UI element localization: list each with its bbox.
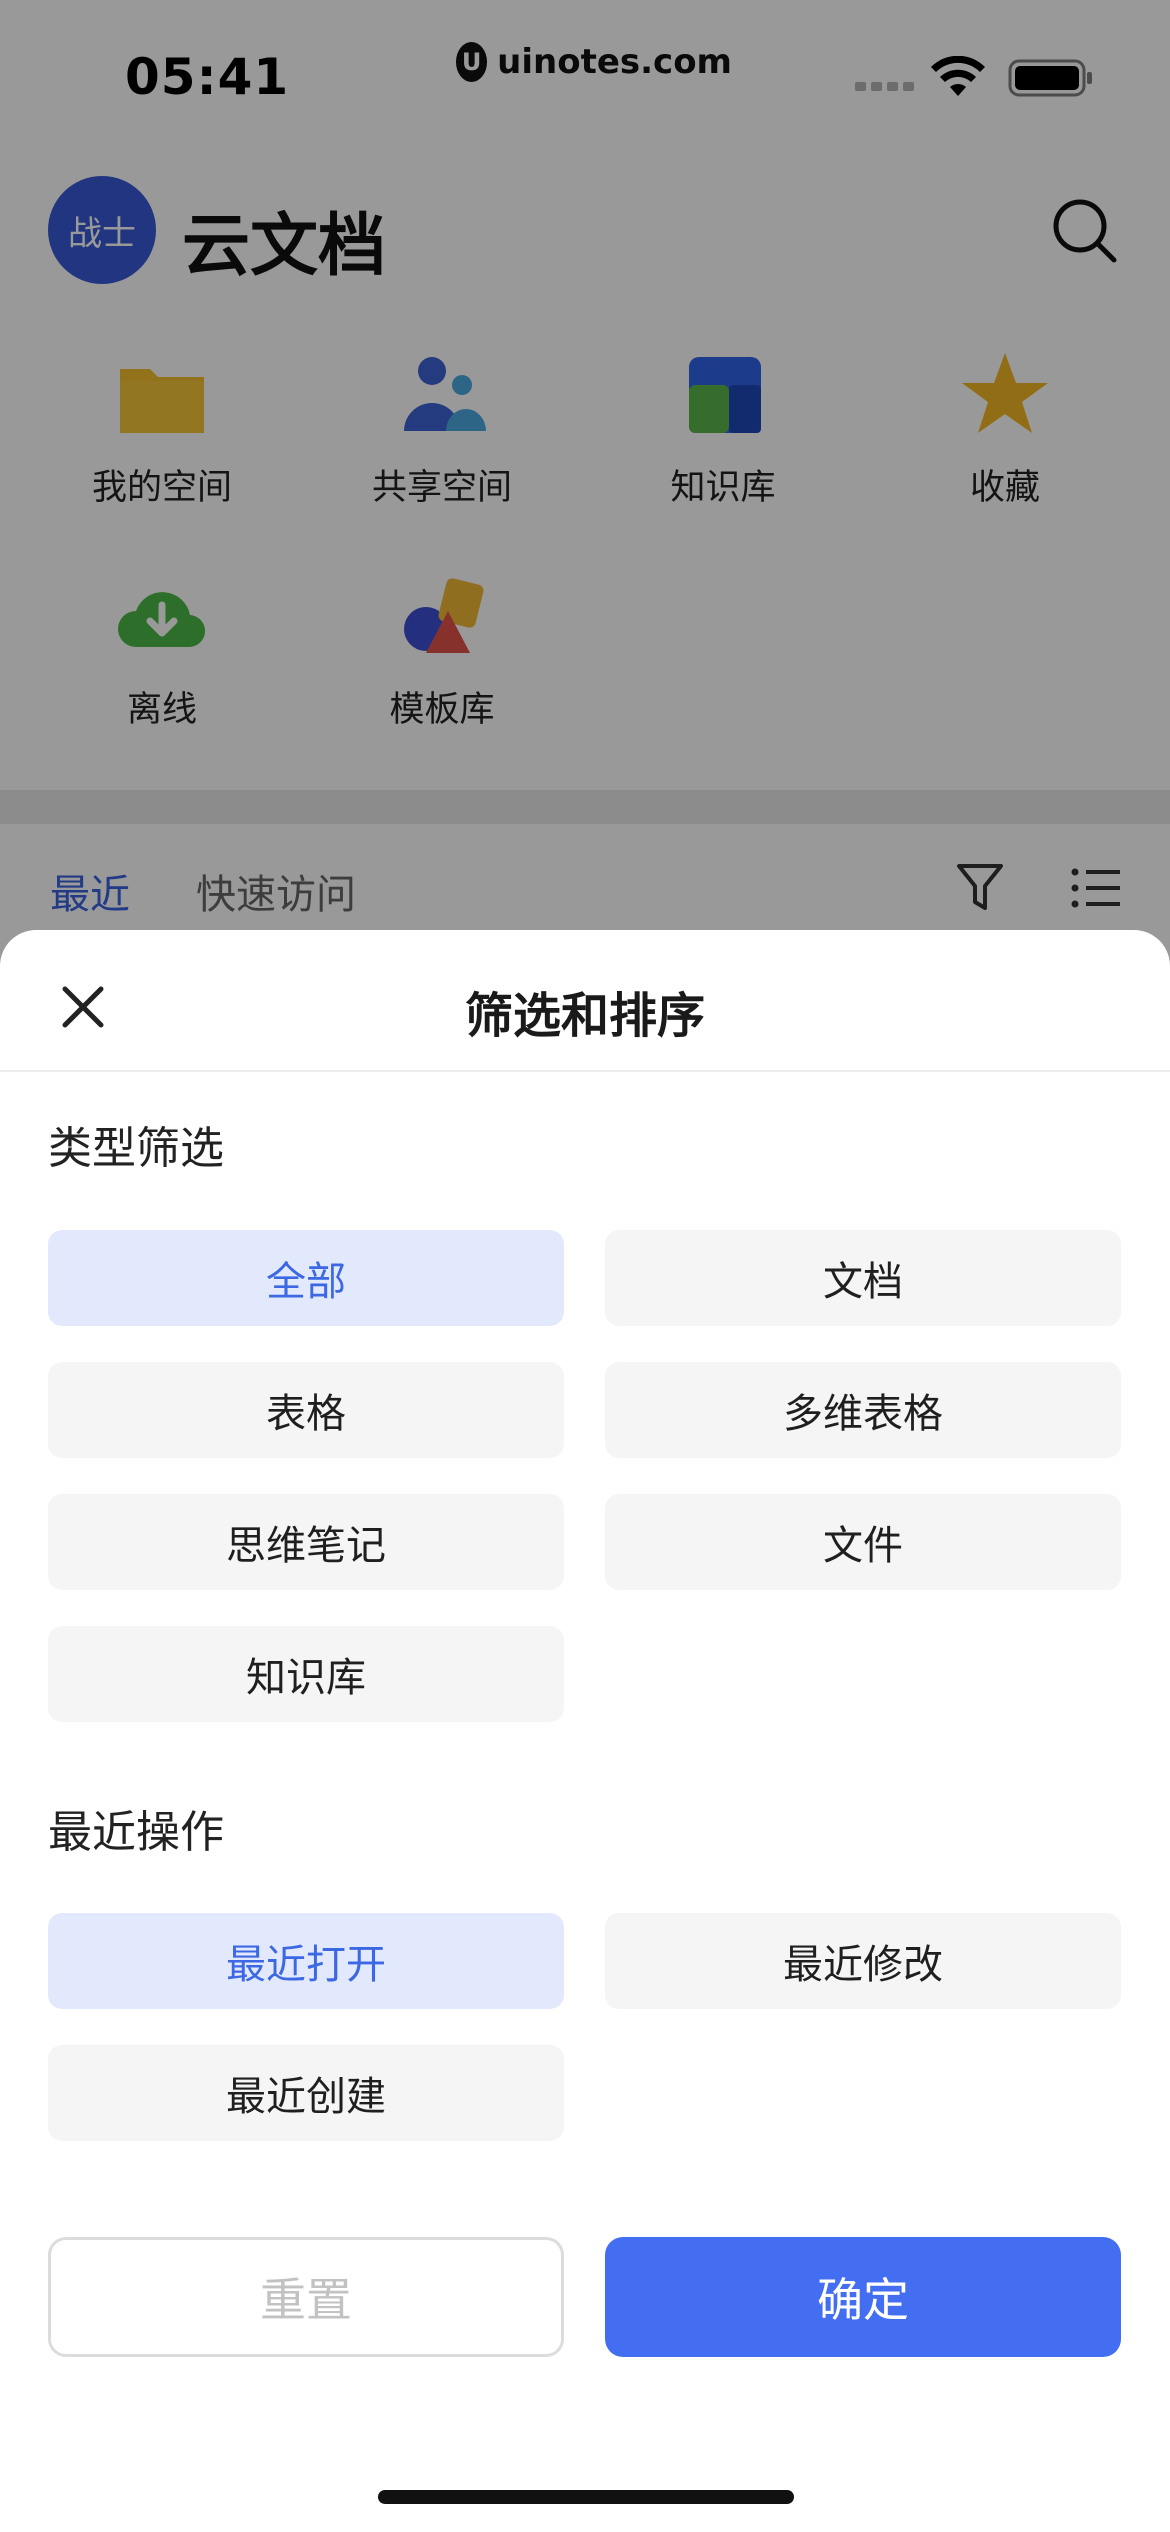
- filter-option-docs[interactable]: 文档: [605, 1230, 1121, 1326]
- home-indicator: [378, 2490, 794, 2504]
- filter-option-bitable[interactable]: 多维表格: [605, 1362, 1121, 1458]
- sort-option-recently-opened[interactable]: 最近打开: [48, 1913, 564, 2009]
- sort-option-recently-modified[interactable]: 最近修改: [605, 1913, 1121, 2009]
- screen: 05:41 U uinotes.com 战士 云文档 我的空间 共享空间 知识库…: [0, 0, 1170, 2532]
- reset-button[interactable]: 重置: [48, 2237, 564, 2357]
- type-filter-label: 类型筛选: [48, 1123, 224, 1174]
- filter-option-sheets[interactable]: 表格: [48, 1362, 564, 1458]
- filter-option-files[interactable]: 文件: [605, 1494, 1121, 1590]
- filter-option-mindnotes[interactable]: 思维笔记: [48, 1494, 564, 1590]
- sheet-title: 筛选和排序: [464, 988, 705, 1044]
- recent-ops-label: 最近操作: [48, 1807, 224, 1858]
- sheet-header: 筛选和排序: [0, 930, 1170, 1072]
- sort-option-recently-created[interactable]: 最近创建: [48, 2045, 564, 2141]
- filter-option-all[interactable]: 全部: [48, 1230, 564, 1326]
- confirm-button[interactable]: 确定: [605, 2237, 1121, 2357]
- filter-option-knowledge-base[interactable]: 知识库: [48, 1626, 564, 1722]
- filter-sort-sheet: 筛选和排序 类型筛选 全部 文档 表格 多维表格 思维笔记 文件 知识库 最近操…: [0, 930, 1170, 2532]
